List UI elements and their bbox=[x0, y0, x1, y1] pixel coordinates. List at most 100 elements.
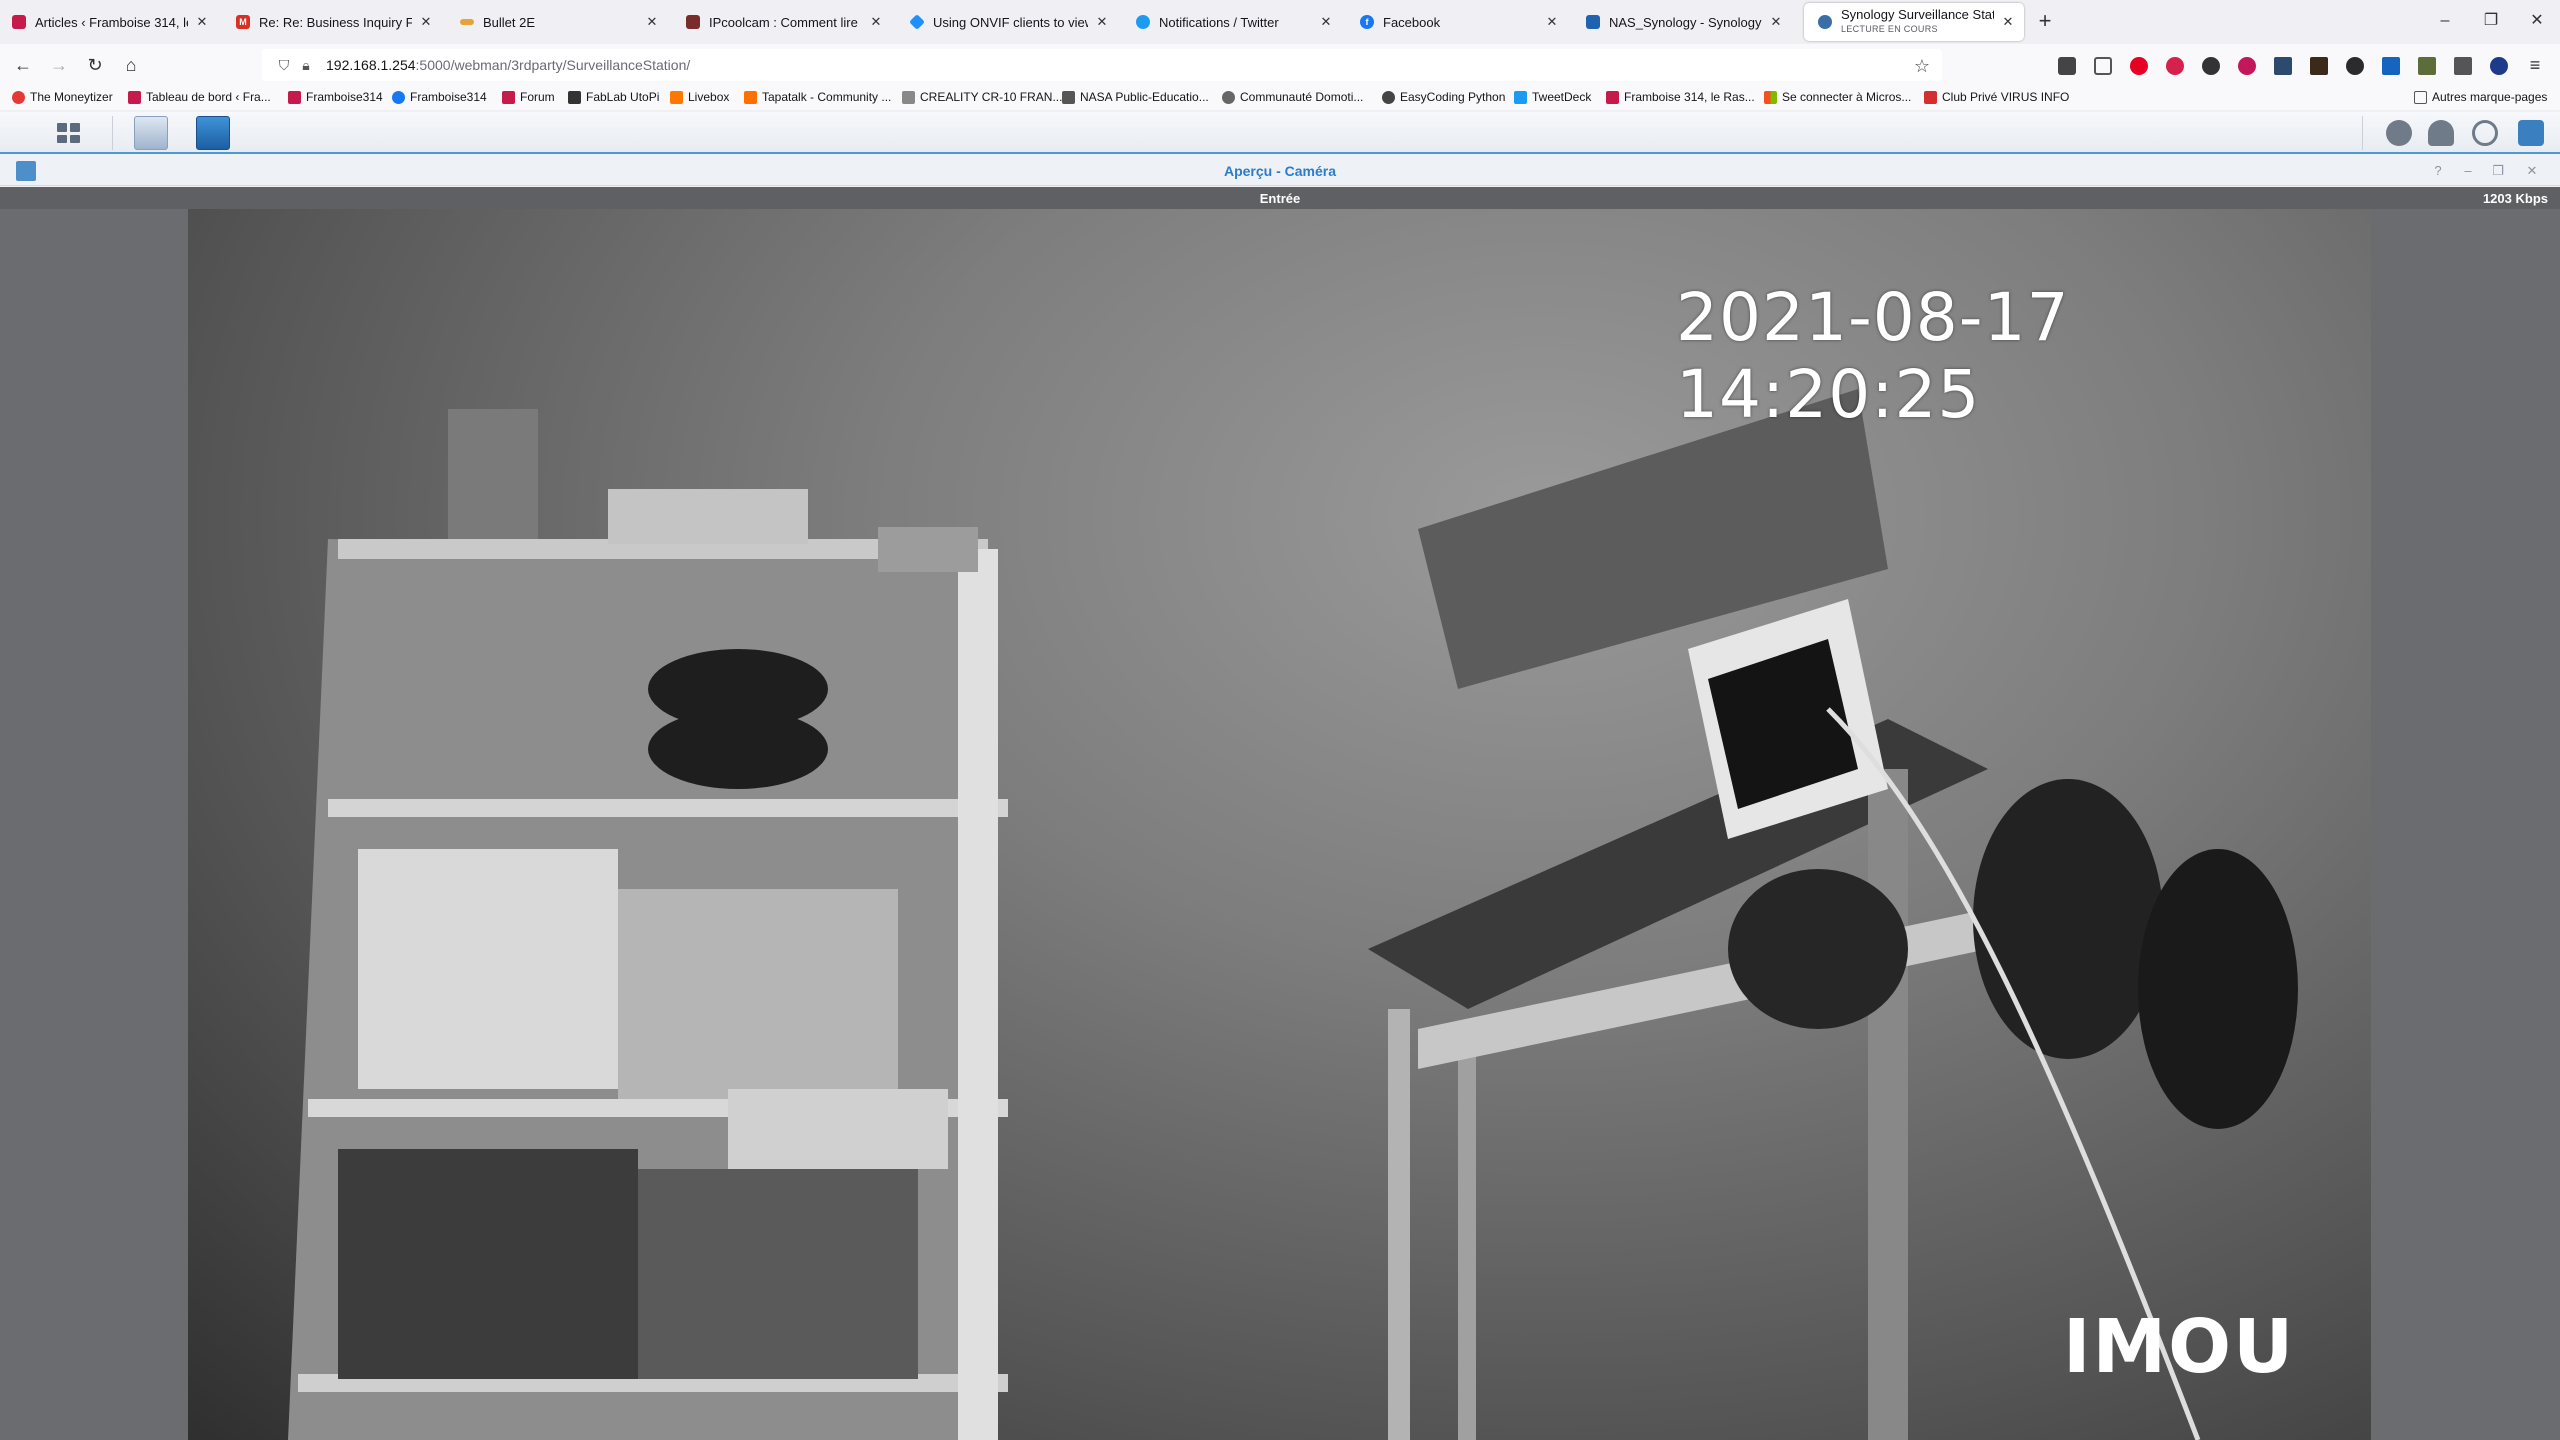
tab-articles-framboise[interactable]: Articles ‹ Framboise 314, le Ras ✕ bbox=[4, 7, 218, 37]
tab-onvif[interactable]: Using ONVIF clients to view vid ✕ bbox=[902, 7, 1118, 37]
bookmark-item[interactable]: TweetDeck bbox=[1514, 90, 1591, 104]
lock-icon[interactable]: 🔒︎ bbox=[298, 57, 314, 73]
close-icon[interactable]: ✕ bbox=[644, 14, 660, 30]
minimize-icon[interactable]: – bbox=[2458, 162, 2478, 180]
help-icon[interactable]: ? bbox=[2428, 162, 2448, 180]
menu-icon[interactable]: ≡ bbox=[2522, 53, 2548, 77]
pocket-icon[interactable] bbox=[2058, 57, 2076, 75]
bookmark-item[interactable]: Tableau de bord ‹ Fra... bbox=[128, 90, 271, 104]
close-icon[interactable]: ✕ bbox=[194, 14, 210, 30]
back-icon[interactable]: ← bbox=[10, 53, 36, 77]
restore-window-button[interactable]: ❐ bbox=[2471, 8, 2511, 34]
other-bookmarks-folder[interactable]: Autres marque-pages bbox=[2414, 90, 2547, 104]
taskbar-divider bbox=[2362, 116, 2363, 150]
reader-icon[interactable] bbox=[2094, 57, 2112, 75]
close-icon[interactable]: ✕ bbox=[1094, 14, 1110, 30]
bookmark-item[interactable]: CREALITY CR-10 FRAN... bbox=[902, 90, 1062, 104]
tab-synology-nas[interactable]: NAS_Synology - Synology NAS ✕ bbox=[1578, 7, 1792, 37]
pinterest-icon[interactable] bbox=[2130, 57, 2148, 75]
close-icon[interactable]: ✕ bbox=[868, 14, 884, 30]
tab-surveillance-station[interactable]: Synology Surveillance Station - LECTURE … bbox=[1804, 3, 2024, 41]
virus-info-icon bbox=[1924, 90, 1937, 104]
extension-screen-icon[interactable] bbox=[2382, 57, 2400, 75]
close-window-button[interactable]: ✕ bbox=[2517, 8, 2557, 34]
bookmark-item[interactable]: Tapatalk - Community ... bbox=[744, 90, 891, 104]
tapatalk-icon bbox=[744, 90, 757, 104]
bookmark-item[interactable]: Framboise 314, le Ras... bbox=[1606, 90, 1755, 104]
creality-icon bbox=[902, 90, 915, 104]
raspberry-icon bbox=[288, 90, 301, 104]
user-icon[interactable] bbox=[2428, 120, 2454, 146]
raspberry-icon bbox=[128, 90, 141, 104]
bookmark-item[interactable]: The Moneytizer bbox=[12, 90, 113, 104]
globe-icon bbox=[1382, 90, 1395, 104]
tweetdeck-icon bbox=[1514, 90, 1527, 104]
notifications-icon[interactable] bbox=[2386, 120, 2412, 146]
maximize-icon[interactable]: ❐ bbox=[2488, 162, 2508, 180]
extension-red-icon[interactable] bbox=[2166, 57, 2184, 75]
new-tab-button[interactable]: + bbox=[2034, 8, 2056, 34]
framboise-icon bbox=[686, 15, 700, 29]
camera-feed-image: 2021-08-17 14:20:25 IMOU bbox=[188, 209, 2371, 1440]
bookmark-item[interactable]: Livebox bbox=[670, 90, 729, 104]
synology-icon bbox=[1586, 15, 1600, 29]
close-icon[interactable]: ✕ bbox=[2000, 14, 2016, 30]
main-menu-grid-icon[interactable] bbox=[50, 116, 84, 150]
search-icon[interactable] bbox=[2472, 120, 2498, 146]
bookmarks-bar: The Moneytizer Tableau de bord ‹ Fra... … bbox=[0, 86, 2560, 110]
extension-green-icon[interactable] bbox=[2418, 57, 2436, 75]
widgets-icon[interactable] bbox=[2518, 120, 2544, 146]
tab-gmail-inquiry[interactable]: M Re: Re: Business Inquiry From R ✕ bbox=[228, 7, 442, 37]
bookmark-item[interactable]: Communauté Domoti... bbox=[1222, 90, 1363, 104]
bookmark-item[interactable]: Se connecter à Micros... bbox=[1764, 90, 1911, 104]
close-icon[interactable]: ✕ bbox=[418, 14, 434, 30]
navigation-toolbar: ← → ↻ ⌂ ⛉ 🔒︎ 192.168.1.254:5000/webman/3… bbox=[0, 44, 2560, 86]
bookmark-item[interactable]: Framboise314 bbox=[288, 90, 383, 104]
address-bar[interactable]: ⛉ 🔒︎ 192.168.1.254:5000/webman/3rdparty/… bbox=[262, 49, 1942, 81]
bookmark-item[interactable]: Framboise314 bbox=[392, 90, 487, 104]
extension-grid-icon[interactable] bbox=[2454, 57, 2472, 75]
close-icon[interactable]: ✕ bbox=[2522, 162, 2542, 180]
bookmark-item[interactable]: FabLab UtoPi bbox=[568, 90, 659, 104]
extension-brown-icon[interactable] bbox=[2310, 57, 2328, 75]
window-title-bar: Aperçu - Caméra ? – ❐ ✕ bbox=[0, 156, 2560, 186]
extension-dark-icon[interactable] bbox=[2202, 57, 2220, 75]
folder-icon bbox=[2414, 90, 2427, 104]
microsoft-icon bbox=[1764, 90, 1777, 104]
camera-viewer[interactable]: 2021-08-17 14:20:25 IMOU bbox=[0, 209, 2560, 1440]
bookmark-item[interactable]: NASA Public-Educatio... bbox=[1062, 90, 1209, 104]
extension-pink-icon[interactable] bbox=[2238, 57, 2256, 75]
extension-m-icon[interactable] bbox=[2490, 57, 2508, 75]
extension-circle-icon[interactable] bbox=[2346, 57, 2364, 75]
extension-blue-icon[interactable] bbox=[2274, 57, 2292, 75]
reload-icon[interactable]: ↻ bbox=[82, 53, 108, 77]
taskbar-divider bbox=[112, 116, 113, 150]
bookmark-item[interactable]: EasyCoding Python bbox=[1382, 90, 1505, 104]
tab-bullet-2e[interactable]: Bullet 2E ✕ bbox=[452, 7, 668, 37]
bookmark-item[interactable]: Club Privé VIRUS INFO bbox=[1924, 90, 2069, 104]
raspberry-icon bbox=[12, 15, 26, 29]
diamond-icon bbox=[909, 14, 925, 30]
tab-playing-label: LECTURE EN COURS bbox=[1841, 24, 1938, 34]
live-view-app-icon[interactable] bbox=[196, 116, 230, 150]
bookmark-icon bbox=[12, 90, 25, 104]
tab-title: Synology Surveillance Station - bbox=[1841, 8, 1994, 22]
gmail-icon: M bbox=[236, 15, 250, 29]
surveillance-icon bbox=[1818, 15, 1832, 29]
close-icon[interactable]: ✕ bbox=[1544, 14, 1560, 30]
close-icon[interactable]: ✕ bbox=[1768, 14, 1784, 30]
tab-facebook[interactable]: f Facebook ✕ bbox=[1352, 7, 1568, 37]
tab-ipcoolcam[interactable]: IPcoolcam : Comment lire la vid ✕ bbox=[678, 7, 892, 37]
shield-icon[interactable]: ⛉ bbox=[276, 57, 292, 73]
forward-icon[interactable]: → bbox=[46, 53, 72, 77]
close-icon[interactable]: ✕ bbox=[1318, 14, 1334, 30]
tab-twitter[interactable]: Notifications / Twitter ✕ bbox=[1128, 7, 1342, 37]
browser-tab-strip: Articles ‹ Framboise 314, le Ras ✕ M Re:… bbox=[0, 0, 2560, 44]
minimize-window-button[interactable]: – bbox=[2425, 8, 2465, 34]
home-icon[interactable]: ⌂ bbox=[118, 53, 144, 77]
bookmark-star-icon[interactable]: ☆ bbox=[1914, 56, 1930, 77]
camera-header: Entrée 1203 Kbps bbox=[0, 187, 2560, 209]
surveillance-station-app-icon[interactable] bbox=[134, 116, 168, 150]
raspberry-icon bbox=[1606, 90, 1619, 104]
bookmark-item[interactable]: Forum bbox=[502, 90, 555, 104]
